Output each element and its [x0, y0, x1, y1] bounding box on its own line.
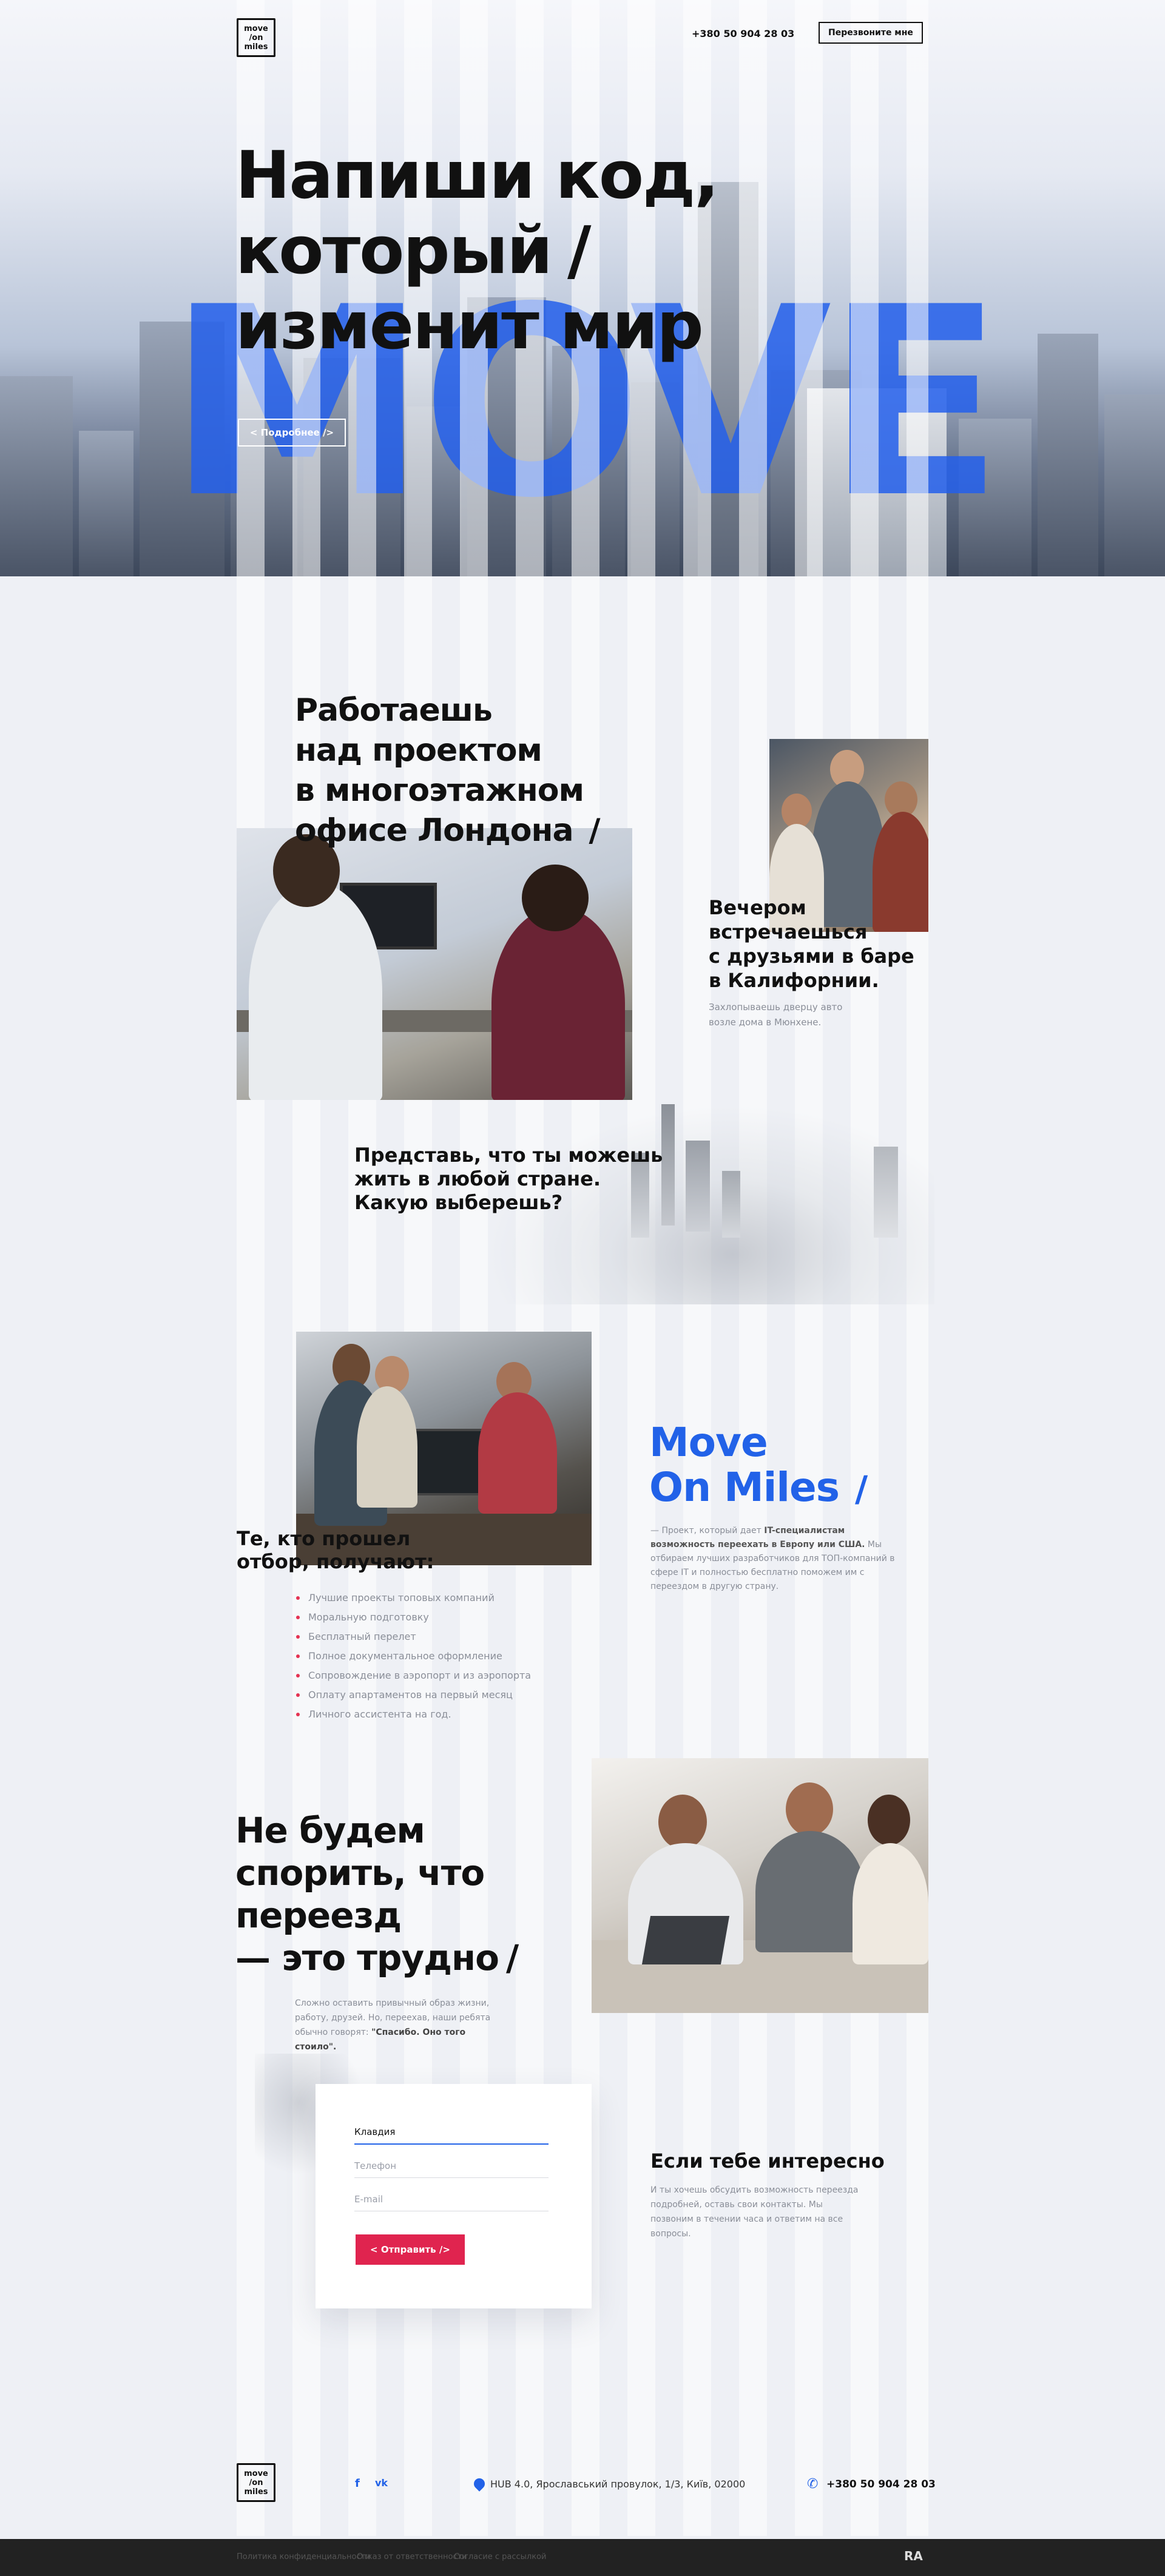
list-item: Лучшие проекты топовых компаний — [296, 1588, 531, 1608]
facebook-icon[interactable]: f — [355, 2477, 360, 2490]
california-text-line: возле дома в Мюнхене. — [709, 1017, 822, 1028]
office-photo — [237, 828, 632, 1100]
london-title-line: Работаешь — [295, 692, 493, 729]
list-item: Личного ассистента на год. — [296, 1705, 531, 1724]
list-item: Сопровождение в аэропорт и из аэропорта — [296, 1666, 531, 1685]
slash-mark: / — [855, 1468, 868, 1509]
submit-button[interactable]: < Отправить /> — [356, 2234, 465, 2265]
logo-line: miles — [244, 2487, 268, 2497]
agency-logo[interactable]: RA — [904, 2549, 923, 2563]
california-text: Захлопываешь дверцу авто возле дома в Мю… — [709, 1000, 842, 1030]
phone-field[interactable] — [354, 2154, 549, 2178]
london-title-line: офисе Лондона — [295, 812, 574, 849]
list-item: Оплату апартаментов на первый месяц — [296, 1685, 531, 1705]
argue-title-line: переезд — [235, 1895, 402, 1936]
list-item: Полное документальное оформление — [296, 1647, 531, 1666]
brand-title: Move On Miles / — [649, 1419, 868, 1511]
newsletter-link[interactable]: Согласие с рассылкой — [454, 2552, 546, 2561]
hero-title-line: изменит мир — [235, 288, 704, 364]
london-title: Работаешь над проектом в многоэтажном оф… — [295, 690, 601, 851]
contact-form: < Отправить /> — [316, 2084, 592, 2308]
logo-line: move — [244, 24, 268, 33]
list-item: Моральную подготовку — [296, 1608, 531, 1627]
benefits-list: Лучшие проекты топовых компаний Моральну… — [296, 1588, 531, 1724]
argue-title: Не будем спорить, что переезд — это труд… — [235, 1809, 519, 1979]
london-title-line: в многоэтажном — [295, 772, 584, 809]
hero-title-line: который — [235, 213, 553, 289]
header-phone[interactable]: +380 50 904 28 03 — [692, 28, 794, 39]
california-title-line: в Калифорнии. — [709, 969, 879, 992]
argue-title-line: Не будем — [235, 1810, 425, 1851]
brand-description: — Проект, который дает IT-специалистам в… — [650, 1524, 911, 1594]
california-title: Вечером встречаешься с друзьями в баре в… — [709, 895, 914, 993]
argue-title-line: — это трудно — [235, 1937, 499, 1978]
argue-text: Сложно оставить привычный образ жизни, р… — [295, 1996, 507, 2054]
imagine-line: Представь, что ты можешь — [354, 1144, 663, 1167]
selected-title: Те, кто прошел отбор, получают: — [237, 1527, 434, 1573]
imagine-line: жить в любой стране. — [354, 1167, 601, 1190]
privacy-link[interactable]: Политика конфиденциальности — [237, 2552, 371, 2561]
argue-title-line: спорить, что — [235, 1852, 485, 1893]
slash-mark: / — [567, 213, 591, 289]
phone-icon: ✆ — [807, 2477, 819, 2492]
email-field[interactable] — [354, 2187, 549, 2211]
interest-title: Если тебе интересно — [650, 2149, 885, 2173]
california-title-line: встречаешься — [709, 920, 868, 943]
hero-title: Напиши код, который / изменит мир — [235, 138, 719, 364]
logo-line: /on — [249, 33, 263, 42]
brand-line: On Miles — [649, 1464, 840, 1511]
selected-title-line: отбор, получают: — [237, 1550, 434, 1573]
footer-logo[interactable]: move /on miles — [237, 2463, 275, 2502]
footer-bottom-bar: Политика конфиденциальности Отказ от отв… — [0, 2539, 1165, 2576]
list-item: Бесплатный перелет — [296, 1627, 531, 1647]
logo-line: /on — [249, 2478, 263, 2487]
interest-text: И ты хочешь обсудить возможность переезд… — [650, 2185, 859, 2239]
footer-phone[interactable]: +380 50 904 28 03 — [826, 2478, 936, 2490]
meeting-photo — [592, 1758, 928, 2013]
footer-address: HUB 4.0, Ярославський провулок, 1/3, Киї… — [490, 2478, 746, 2490]
logo[interactable]: move /on miles — [237, 18, 275, 57]
disclaimer-link[interactable]: Отказ от ответственности — [357, 2552, 467, 2561]
brand-desc-prefix: — Проект, который дает — [650, 1526, 765, 1536]
location-pin-icon — [471, 2476, 487, 2492]
vk-icon[interactable]: vk — [375, 2477, 388, 2489]
logo-line: move — [244, 2469, 268, 2478]
california-text-line: Захлопываешь дверцу авто — [709, 1002, 843, 1013]
california-title-line: с друзьями в баре — [709, 945, 914, 968]
brand-line: Move — [649, 1419, 768, 1466]
call-me-button[interactable]: Перезвоните мне — [819, 22, 923, 44]
imagine-text: Представь, что ты можешь жить в любой ст… — [354, 1144, 663, 1215]
california-title-line: Вечером — [709, 896, 806, 919]
london-title-line: над проектом — [295, 732, 542, 769]
more-button[interactable]: < Подробнее /> — [238, 419, 346, 447]
slash-mark: / — [505, 1937, 519, 1978]
selected-title-line: Те, кто прошел — [237, 1527, 411, 1550]
name-field[interactable] — [354, 2120, 549, 2145]
logo-line: miles — [244, 42, 268, 52]
imagine-line: Какую выберешь? — [354, 1191, 563, 1214]
hero-title-line: Напиши код, — [235, 138, 719, 214]
slash-mark: / — [589, 812, 601, 849]
